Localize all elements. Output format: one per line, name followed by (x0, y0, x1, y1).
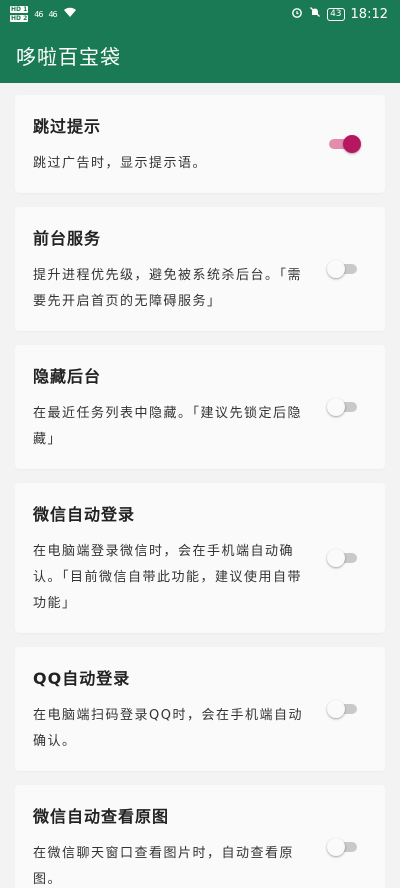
foreground-service-toggle[interactable] (327, 260, 361, 278)
setting-description: 跳过广告时，显示提示语。 (33, 156, 208, 171)
battery-indicator: 43 (327, 7, 345, 21)
app-bar: 哆啦百宝袋 (0, 28, 400, 83)
hide-background-toggle[interactable] (327, 398, 361, 416)
toggle-thumb (327, 260, 345, 278)
setting-skip-tip[interactable]: 跳过提示 跳过广告时，显示提示语。 (15, 95, 385, 193)
setting-description: 在电脑端扫码登录QQ时，会在手机端自动确认。 (33, 708, 303, 749)
mute-bell-icon (309, 6, 321, 22)
qq-auto-login-toggle[interactable] (327, 700, 361, 718)
signal-2-label: 46 (48, 9, 57, 19)
setting-description: 在电脑端登录微信时，会在手机端自动确认。「目前微信自带此功能，建议使用自带功能」 (33, 544, 303, 611)
toggle-thumb (327, 549, 345, 567)
app-title: 哆啦百宝袋 (16, 45, 121, 69)
toggle-thumb (343, 135, 361, 153)
setting-title: 微信自动登录 (33, 505, 136, 524)
settings-list: 跳过提示 跳过广告时，显示提示语。 前台服务 提升进程优先级，避免被系统杀后台。… (0, 83, 400, 888)
toggle-thumb (327, 398, 345, 416)
status-bar: HD 1 HD 2 46 46 43 18:12 (0, 0, 400, 28)
sim1-label: HD 1 (10, 6, 29, 13)
setting-hide-background[interactable]: 隐藏后台 在最近任务列表中隐藏。「建议先锁定后隐藏」 (15, 345, 385, 469)
setting-qq-auto-login[interactable]: QQ自动登录 在电脑端扫码登录QQ时，会在手机端自动确认。 (15, 647, 385, 771)
setting-description: 在最近任务列表中隐藏。「建议先锁定后隐藏」 (33, 406, 303, 447)
status-left: HD 1 HD 2 46 46 (10, 5, 77, 23)
toggle-thumb (327, 838, 345, 856)
toggle-thumb (327, 700, 345, 718)
alarm-icon (291, 6, 303, 22)
setting-foreground-service[interactable]: 前台服务 提升进程优先级，避免被系统杀后台。「需要先开启首页的无障碍服务」 (15, 207, 385, 331)
sim2-label: HD 2 (10, 15, 29, 22)
setting-title: 前台服务 (33, 229, 102, 248)
setting-title: 隐藏后台 (33, 367, 102, 386)
status-right: 43 18:12 (291, 6, 388, 22)
wechat-auto-login-toggle[interactable] (327, 549, 361, 567)
setting-title: 跳过提示 (33, 117, 102, 136)
setting-description: 提升进程优先级，避免被系统杀后台。「需要先开启首页的无障碍服务」 (33, 268, 303, 309)
setting-title: 微信自动查看原图 (33, 807, 170, 826)
wifi-icon (63, 7, 77, 21)
signal-1-label: 46 (34, 9, 43, 19)
sim-indicators: HD 1 HD 2 (10, 5, 29, 23)
wechat-original-image-toggle[interactable] (327, 838, 361, 856)
setting-wechat-original-image[interactable]: 微信自动查看原图 在微信聊天窗口查看图片时，自动查看原图。 (15, 785, 385, 888)
time-label: 18:12 (350, 6, 388, 22)
setting-description: 在微信聊天窗口查看图片时，自动查看原图。 (33, 846, 295, 887)
skip-tip-toggle[interactable] (329, 135, 361, 153)
setting-wechat-auto-login[interactable]: 微信自动登录 在电脑端登录微信时，会在手机端自动确认。「目前微信自带此功能，建议… (15, 483, 385, 633)
setting-title: QQ自动登录 (33, 669, 131, 688)
